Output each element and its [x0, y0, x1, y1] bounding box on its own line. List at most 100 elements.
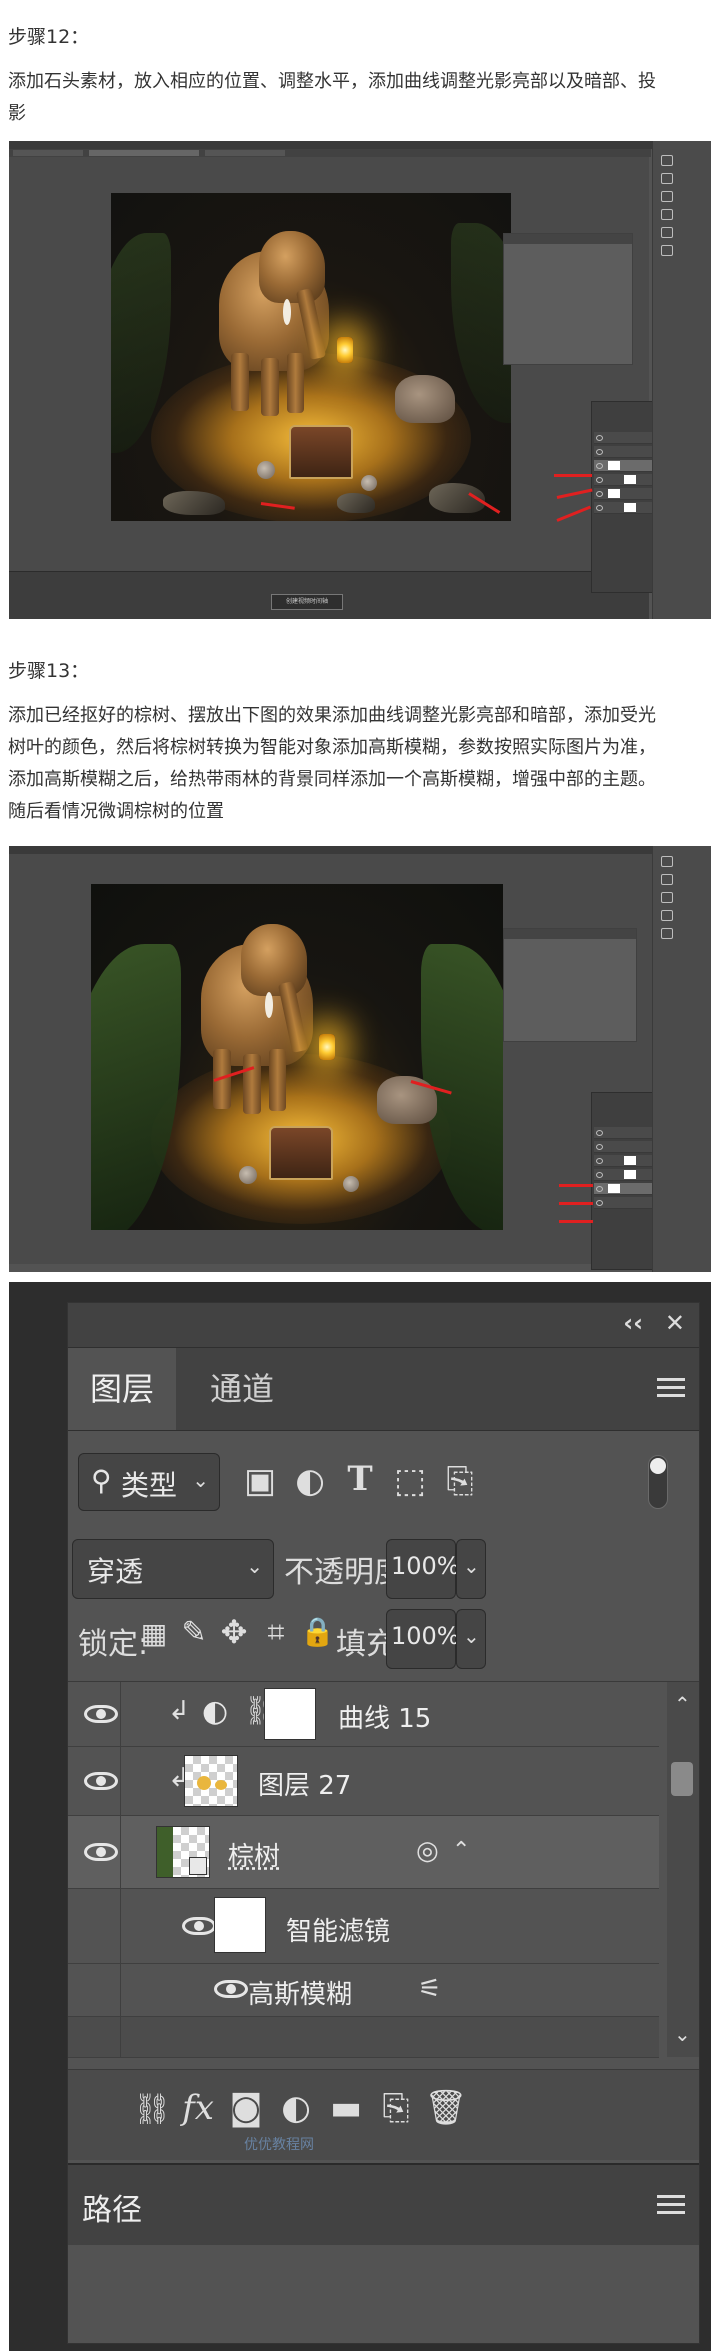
scroll-thumb[interactable] — [671, 1762, 693, 1796]
tool-icon[interactable] — [661, 209, 673, 220]
layer-row-smart-filters[interactable]: 智能滤镜 — [68, 1889, 659, 1964]
paths-panel-header: 路径 — [68, 2163, 699, 2245]
fill-input[interactable]: 100% — [386, 1609, 460, 1669]
shape-filter-icon[interactable]: ⬚ — [390, 1461, 430, 1501]
tab-layers[interactable]: 图层 — [68, 1348, 177, 1430]
collapse-effects-icon[interactable]: ⌃ — [452, 1838, 470, 1863]
step12-body-line1: 添加石头素材，放入相应的位置、调整水平，添加曲线调整光影亮部以及暗部、投 — [8, 71, 656, 92]
blend-mode-value: 穿透 — [87, 1555, 144, 1588]
link-layers-icon[interactable]: ⛓ — [132, 2092, 172, 2127]
visibility-eye-icon[interactable] — [84, 1705, 118, 1723]
clipping-arrow-icon: ↲ — [168, 1696, 190, 1726]
layer-row-partial[interactable] — [68, 2017, 659, 2058]
filter-type-label: 类型 — [121, 1469, 178, 1502]
lock-artboard-icon[interactable]: ⌗ — [258, 1615, 294, 1650]
lock-image-pixels-icon[interactable]: ✎ — [176, 1615, 212, 1650]
artwork-canvas — [91, 884, 503, 1230]
tab-channels[interactable]: 通道 — [188, 1348, 296, 1430]
tool-icon[interactable] — [661, 173, 673, 184]
scroll-down-icon[interactable]: ⌄ — [674, 2022, 691, 2046]
small-animal-image — [343, 1176, 359, 1192]
layer-name[interactable]: 智能滤镜 — [286, 1911, 390, 1948]
smart-filter-indicator-icon[interactable]: ◎ — [416, 1836, 439, 1866]
new-group-folder-icon[interactable]: ▬ — [324, 2088, 368, 2128]
ps-document-tabs — [9, 149, 651, 157]
adjustment-filter-icon[interactable]: ◐ — [290, 1461, 330, 1501]
elephant-tusk — [265, 992, 273, 1018]
tool-icon[interactable] — [661, 856, 673, 867]
step12-heading: 步骤12： — [8, 26, 90, 48]
elephant-head — [259, 231, 325, 303]
layer-name[interactable]: 高斯模糊 — [248, 1974, 352, 2011]
layer-name[interactable]: 棕树 — [228, 1836, 280, 1873]
row-divider — [120, 1816, 121, 1888]
layer-row-palm-tree[interactable]: 棕树 ◎ ⌃ — [68, 1816, 659, 1889]
collapse-panel-icon[interactable]: ‹‹ — [623, 1309, 643, 1337]
fill-value: 100% — [391, 1622, 460, 1650]
layer-filter-dropdown[interactable]: ⚲ 类型 ⌄ — [78, 1453, 220, 1511]
ps-screenshot-step13 — [9, 846, 711, 1272]
artwork-canvas — [111, 193, 511, 521]
lock-position-icon[interactable]: ✥ — [216, 1613, 252, 1651]
opacity-dropdown-button[interactable]: ⌄ — [456, 1539, 486, 1599]
tool-icon[interactable] — [661, 155, 673, 166]
layer-row-gaussian-blur[interactable]: 高斯模糊 ⚟ — [68, 1964, 659, 2017]
layer-mask-thumbnail — [264, 1688, 316, 1740]
tool-icon[interactable] — [661, 910, 673, 921]
tool-icon[interactable] — [661, 874, 673, 885]
step13-heading: 步骤13： — [8, 660, 90, 682]
ps-canvas-area — [9, 854, 653, 1264]
layer-name[interactable]: 曲线 15 — [338, 1698, 431, 1735]
timeline-create-button[interactable]: 创建视频时间轴 — [271, 594, 343, 610]
row-divider — [120, 1682, 121, 1746]
layer-row-curves-15[interactable]: ↲ ◐ ⛓ 曲线 15 — [68, 1682, 659, 1747]
panel-menu-icon[interactable] — [657, 1378, 685, 1397]
blend-mode-dropdown[interactable]: 穿透 ⌄ — [72, 1539, 274, 1599]
layers-scrollbar[interactable]: ⌃ ⌄ — [667, 1682, 699, 2057]
tool-icon[interactable] — [661, 245, 673, 256]
tool-icon[interactable] — [661, 928, 673, 939]
visibility-eye-icon[interactable] — [214, 1980, 248, 1998]
ps-tool-strip — [652, 141, 711, 619]
small-animal-image — [257, 461, 275, 479]
tool-icon[interactable] — [661, 191, 673, 202]
new-layer-icon[interactable]: ⎘ — [374, 2088, 418, 2128]
trash-icon[interactable]: 🗑 — [424, 2088, 468, 2128]
tool-icon[interactable] — [661, 227, 673, 238]
opacity-input[interactable]: 100% — [386, 1539, 460, 1599]
lock-transparent-pixels-icon[interactable]: ▦ — [136, 1617, 172, 1650]
add-layer-style-fx-icon[interactable]: fx — [176, 2088, 220, 2128]
ps-menubar — [9, 141, 711, 149]
row-divider — [120, 2017, 121, 2057]
row-divider — [120, 1747, 121, 1815]
layer-row-layer-27[interactable]: ↲ 图层 27 — [68, 1747, 659, 1816]
layer-name[interactable]: 图层 27 — [258, 1765, 351, 1802]
add-mask-icon[interactable]: ◙ — [224, 2088, 268, 2128]
layers-panel-zoom: ‹‹ ✕ 图层 通道 ⚲ 类型 ⌄ ▣ ◐ T ⬚ ⎘ 穿透 ⌄ 不透明度: 1… — [9, 1282, 711, 2351]
filter-mask-thumbnail — [214, 1897, 266, 1953]
visibility-eye-icon[interactable] — [182, 1917, 216, 1935]
new-adjustment-layer-icon[interactable]: ◐ — [274, 2088, 318, 2128]
rock-image — [163, 491, 225, 515]
chevron-down-icon: ⌄ — [463, 1624, 480, 1648]
panel-menu-icon[interactable] — [657, 2195, 685, 2214]
annotation-arrow — [559, 1202, 593, 1205]
elephant-head — [241, 924, 307, 996]
close-panel-icon[interactable]: ✕ — [665, 1309, 685, 1337]
tab-paths[interactable]: 路径 — [82, 2185, 142, 2229]
filter-blending-options-icon[interactable]: ⚟ — [418, 1974, 441, 2004]
small-animal-image — [361, 475, 377, 491]
smart-object-filter-icon[interactable]: ⎘ — [440, 1461, 480, 1501]
elephant-leg — [287, 353, 304, 413]
chevron-down-icon: ⌄ — [192, 1468, 209, 1492]
lock-all-icon[interactable]: 🔒 — [300, 1615, 335, 1648]
visibility-eye-icon[interactable] — [84, 1843, 118, 1861]
tool-icon[interactable] — [661, 892, 673, 903]
visibility-eye-icon[interactable] — [84, 1772, 118, 1790]
filter-toggle-switch[interactable] — [648, 1455, 668, 1509]
type-filter-icon[interactable]: T — [340, 1459, 380, 1499]
scroll-up-icon[interactable]: ⌃ — [674, 1692, 691, 1716]
properties-panel — [503, 928, 637, 1042]
image-filter-icon[interactable]: ▣ — [240, 1461, 280, 1501]
fill-dropdown-button[interactable]: ⌄ — [456, 1609, 486, 1669]
